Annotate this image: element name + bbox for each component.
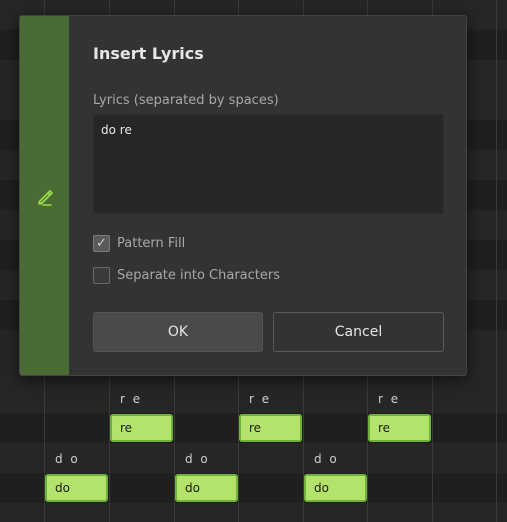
note-lyric-label: d o xyxy=(314,452,339,466)
separate-characters-label: Separate into Characters xyxy=(117,267,280,283)
note-lyric-label: r e xyxy=(120,392,143,406)
lyrics-input[interactable]: do re xyxy=(93,114,444,214)
note-lyric-label: d o xyxy=(55,452,80,466)
note-block[interactable]: re xyxy=(110,414,173,442)
dialog-accent-bar xyxy=(20,16,69,375)
note-lyric-label: r e xyxy=(249,392,272,406)
pattern-fill-checkbox[interactable]: ✓ xyxy=(93,234,110,252)
ok-button[interactable]: OK xyxy=(93,312,263,352)
note-block[interactable]: re xyxy=(368,414,431,442)
cancel-button[interactable]: Cancel xyxy=(273,312,444,352)
checkmark-icon: ✓ xyxy=(96,235,107,251)
note-block[interactable]: do xyxy=(304,474,367,502)
insert-lyrics-dialog: Insert Lyrics Lyrics (separated by space… xyxy=(19,15,467,376)
pattern-fill-option[interactable]: ✓ Pattern Fill xyxy=(93,233,185,253)
separate-characters-checkbox[interactable] xyxy=(93,266,110,284)
note-block[interactable]: re xyxy=(239,414,302,442)
note-block[interactable]: do xyxy=(45,474,108,502)
pattern-fill-label: Pattern Fill xyxy=(117,235,186,251)
note-block[interactable]: do xyxy=(175,474,238,502)
grid-line xyxy=(496,0,497,522)
note-lyric-label: d o xyxy=(185,452,210,466)
dialog-title: Insert Lyrics xyxy=(93,44,204,63)
pen-icon xyxy=(38,190,53,206)
grid-row xyxy=(0,503,507,522)
note-lyric-label: r e xyxy=(378,392,401,406)
lyrics-field-label: Lyrics (separated by spaces) xyxy=(93,93,279,108)
separate-characters-option[interactable]: Separate into Characters xyxy=(93,265,280,285)
